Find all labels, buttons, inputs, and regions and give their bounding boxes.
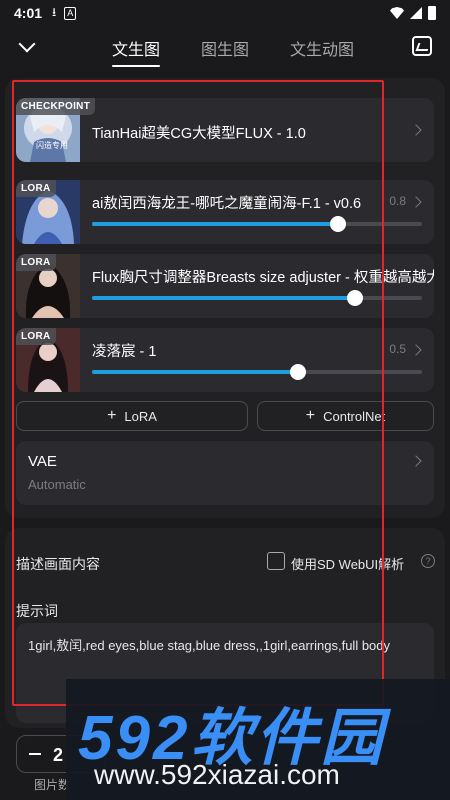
lora-weight: 0.8 [389,194,406,208]
description-label: 描述画面内容 [16,556,100,572]
wifi-icon [390,7,404,19]
watermark: 592软件园 www.592xiazai.com [66,679,450,800]
lora-badge: LORA [16,254,56,271]
lora-card[interactable]: LORA ai敖闰西海龙王-哪吒之魔童闹海-F.1 - v0.6 0.8 [16,180,434,244]
sd-webui-label: 使用SD WebUI解析 [291,557,405,572]
download-icon: ⭳ [52,4,57,19]
checkpoint-badge: CHECKPOINT [16,98,96,115]
vae-card[interactable]: VAE Automatic [16,441,434,505]
lora-title: ai敖闰西海龙王-哪吒之魔童闹海-F.1 - v0.6 [92,196,362,212]
minus-icon[interactable] [29,753,41,755]
sd-webui-checkbox[interactable] [267,552,285,570]
tab-text-to-animation[interactable]: 文生动图 [290,36,354,60]
add-lora-label: LoRA [124,408,157,424]
chevron-right-icon [410,344,422,356]
add-controlnet-button[interactable]: + ControlNet [257,401,434,431]
chevron-right-icon [410,196,422,208]
plus-icon: + [107,407,117,424]
slider-knob[interactable] [347,290,363,306]
top-nav: 文生图 图生图 文生动图 [0,28,450,67]
lora-weight-slider[interactable] [92,290,422,306]
chevron-right-icon [410,124,422,136]
slider-knob[interactable] [330,216,346,232]
slider-fill [92,222,338,226]
battery-icon [428,6,436,20]
thumbnail-caption: 闪造专用 [36,141,68,150]
collapse-chevron-icon[interactable] [18,36,38,56]
lora-weight-slider[interactable] [92,364,422,380]
vae-title: VAE [28,453,57,470]
status-time: 4:01 [14,5,43,21]
checkpoint-card[interactable]: 闪造专用 CHECKPOINT TianHai超美CG大模型FLUX - 1.0 [16,98,434,162]
tab-text-to-image[interactable]: 文生图 [112,36,161,67]
add-controlnet-label: ControlNet [323,408,386,424]
tab-image-to-image[interactable]: 图生图 [201,36,249,60]
lora-weight: 0.5 [389,342,406,356]
status-bar: 4:01 ⭳ A [0,0,450,26]
watermark-url: www.592xiazai.com [94,759,340,790]
slider-fill [92,296,355,300]
checkpoint-title: TianHai超美CG大模型FLUX - 1.0 [92,126,306,142]
lora-title: 凌落宸 - 1 [92,344,157,360]
slider-knob[interactable] [290,364,306,380]
chevron-right-icon [410,455,422,467]
lora-title: Flux胸尺寸调整器Breasts size adjuster - 权重越高越大 [92,270,434,286]
signal-icon [410,7,422,19]
lora-badge: LORA [16,180,56,197]
lora-card[interactable]: LORA Flux胸尺寸调整器Breasts size adjuster - 权… [16,254,434,318]
lora-weight-slider[interactable] [92,216,422,232]
lora-card[interactable]: LORA 凌落宸 - 1 0.5 [16,328,434,392]
a-icon: A [64,6,77,20]
slider-fill [92,370,298,374]
plus-icon: + [305,407,316,424]
prompt-label: 提示词 [16,603,58,619]
add-lora-button[interactable]: + LoRA [16,401,248,431]
help-icon[interactable]: ? [421,554,435,568]
lora-badge: LORA [16,328,56,345]
vae-value: Automatic [28,477,86,492]
image-count-value: 2 [53,745,64,765]
image-count-label: 图片数 [34,778,71,792]
gallery-icon[interactable] [412,36,432,56]
